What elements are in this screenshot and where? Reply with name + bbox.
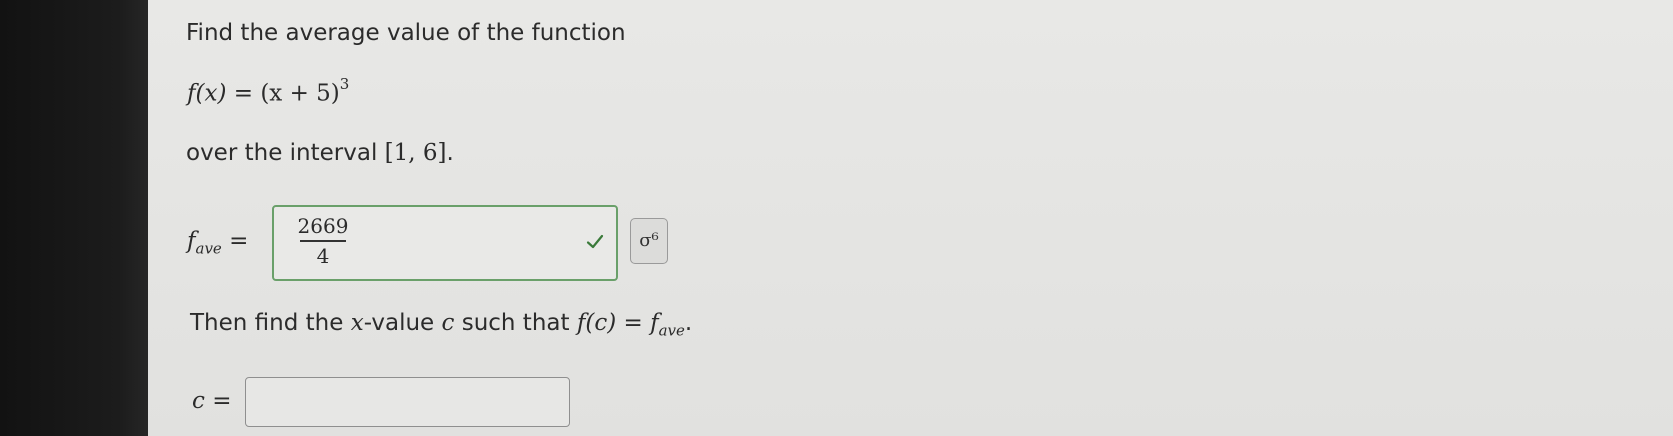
fave-fraction: 2669 4 — [296, 213, 350, 269]
then-c-var: c — [441, 310, 455, 336]
fave-f: f — [187, 228, 196, 254]
left-dark-margin — [0, 0, 148, 436]
fave-numerator: 2669 — [297, 214, 349, 238]
fave-answer-field[interactable]: 2669 4 — [272, 205, 618, 281]
fave-subscript: ave — [195, 239, 222, 258]
c-label: c = — [192, 388, 232, 414]
checkmark-icon — [586, 234, 604, 249]
interval-line: over the interval [1, 6]. — [186, 140, 454, 166]
fave-label: fave = — [187, 228, 248, 258]
then-end: . — [684, 310, 693, 336]
interval-value: [1, 6] — [384, 140, 447, 166]
then-text-3: such that — [454, 310, 577, 336]
function-exponent: 3 — [339, 75, 350, 93]
fave-equals: = — [221, 228, 249, 254]
fave-denominator: 4 — [316, 244, 330, 268]
then-expression: f(c) = f — [576, 310, 659, 336]
interval-end: . — [446, 140, 454, 166]
interval-text: over the interval — [186, 140, 385, 166]
math-symbols-button[interactable]: σ⁶ — [630, 218, 668, 264]
function-base: (x + 5) — [260, 80, 340, 107]
question-intro: Find the average value of the function — [186, 20, 626, 46]
then-x-var: x — [350, 310, 364, 336]
c-answer-field[interactable] — [245, 377, 570, 427]
function-definition: f(x) = (x + 5)3 — [187, 75, 350, 107]
then-text-1: Then find the — [190, 310, 351, 336]
then-text-2: -value — [363, 310, 442, 336]
then-find-line: Then find the x-value c such that f(c) =… — [190, 310, 692, 340]
fraction-bar — [300, 240, 346, 242]
then-subscript: ave — [658, 321, 685, 340]
function-lhs: f(x) = — [187, 80, 261, 107]
